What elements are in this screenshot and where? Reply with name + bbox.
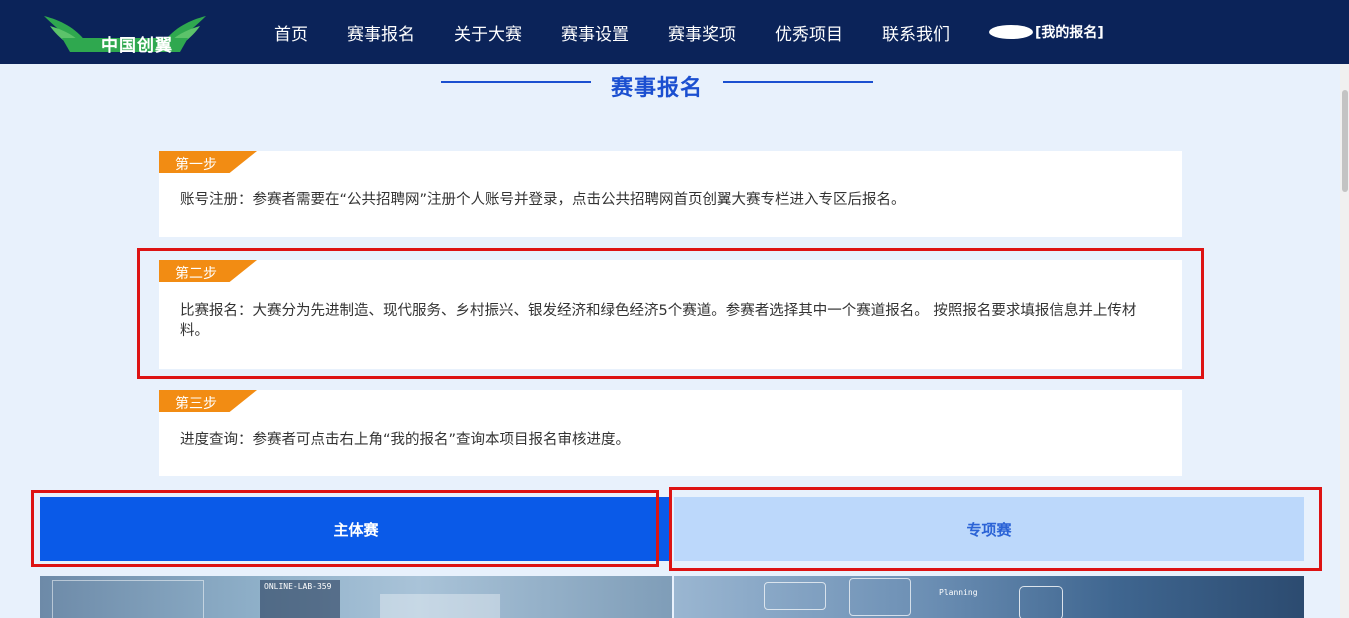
- logo-text: 中国创翼: [101, 36, 173, 56]
- my-registration-link[interactable]: [我的报名]: [989, 22, 1104, 42]
- main-nav: 首页 赛事报名 关于大赛 赛事设置 赛事奖项 优秀项目 联系我们 [我的报名]: [250, 0, 1104, 64]
- nav-settings[interactable]: 赛事设置: [561, 20, 629, 45]
- special-competition-image: Planning: [674, 576, 1304, 618]
- main-competition-image: ONLINE-LAB-359: [40, 576, 672, 618]
- username-redacted: [989, 25, 1033, 39]
- nav-excellent-projects[interactable]: 优秀项目: [775, 20, 843, 45]
- step-description: 账号注册：参赛者需要在“公共招聘网”注册个人账号并登录，点击公共招聘网首页创翼大…: [180, 192, 906, 208]
- top-nav-bar: 中国创翼 首页 赛事报名 关于大赛 赛事设置 赛事奖项 优秀项目 联系我们 [我…: [0, 0, 1349, 64]
- image-overlay-text: ONLINE-LAB-359: [264, 582, 332, 591]
- image-overlay-text: Planning: [939, 588, 978, 597]
- steps-panel: 第一步 账号注册：参赛者需要在“公共招聘网”注册个人账号并登录，点击公共招聘网首…: [40, 119, 1304, 491]
- tab-main-competition[interactable]: 主体赛: [40, 497, 672, 561]
- step-tag-label: 第二步: [175, 266, 217, 282]
- title-divider-right: [723, 81, 873, 83]
- step-tag: 第二步: [159, 260, 257, 282]
- nav-registration[interactable]: 赛事报名: [347, 20, 415, 45]
- step-tag-label: 第一步: [175, 157, 217, 173]
- step-tag: 第三步: [159, 390, 257, 412]
- section-header: 赛事报名: [0, 70, 1349, 102]
- tab-special-competition[interactable]: 专项赛: [674, 497, 1304, 561]
- my-registration-label: [我的报名]: [1035, 25, 1104, 41]
- step-card-2: 第二步 比赛报名：大赛分为先进制造、现代服务、乡村振兴、银发经济和绿色经济5个赛…: [159, 260, 1182, 369]
- step-tag-label: 第三步: [175, 396, 217, 412]
- title-divider-left: [441, 81, 591, 83]
- step-description: 比赛报名：大赛分为先进制造、现代服务、乡村振兴、银发经济和绿色经济5个赛道。参赛…: [180, 303, 1137, 339]
- step-tag: 第一步: [159, 151, 257, 173]
- nav-awards[interactable]: 赛事奖项: [668, 20, 736, 45]
- nav-contact[interactable]: 联系我们: [882, 20, 950, 45]
- step-description: 进度查询：参赛者可点击右上角“我的报名”查询本项目报名审核进度。: [180, 432, 631, 448]
- step-card-1: 第一步 账号注册：参赛者需要在“公共招聘网”注册个人账号并登录，点击公共招聘网首…: [159, 151, 1182, 237]
- page-scrollbar-thumb[interactable]: [1342, 90, 1348, 192]
- nav-home[interactable]: 首页: [274, 20, 308, 45]
- page-title: 赛事报名: [610, 76, 703, 101]
- step-card-3: 第三步 进度查询：参赛者可点击右上角“我的报名”查询本项目报名审核进度。: [159, 390, 1182, 476]
- site-logo[interactable]: 中国创翼: [40, 10, 210, 56]
- nav-about[interactable]: 关于大赛: [454, 20, 522, 45]
